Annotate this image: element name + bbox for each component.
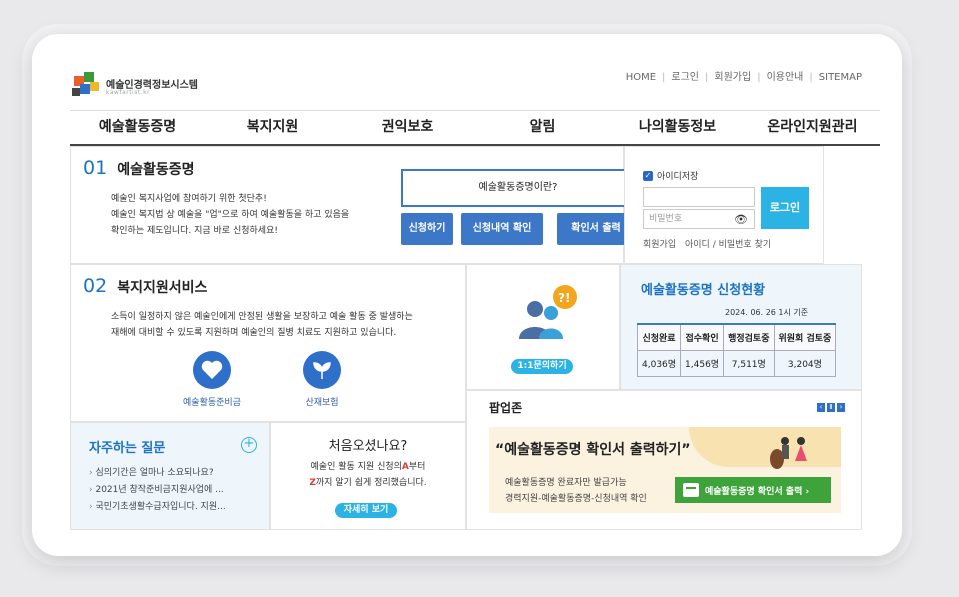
table-row: 4,036명 1,456명 7,511명 3,204명 (636, 349, 837, 377)
stats-header: 행정검토중 (723, 323, 775, 351)
utility-links: HOME | 로그인 | 회원가입 | 이용안내 | SITEMAP (625, 72, 862, 83)
util-login-link[interactable]: 로그인 (671, 72, 699, 83)
section-number: 02 (83, 275, 108, 297)
popup-zone: 팝업존 ‹ Ⅱ › “예술활동증명 확인서 출력하기” 예술활동증명 완료자만 … (466, 390, 862, 530)
eye-icon[interactable]: 👁 (734, 211, 748, 229)
stats-title: 예술활동증명 신청현황 (641, 283, 766, 298)
id-input[interactable] (643, 187, 755, 207)
password-input[interactable]: 비밀번호 👁 (643, 209, 755, 229)
apply-button[interactable]: 신청하기 (401, 213, 453, 245)
logo-mark-icon (72, 72, 99, 96)
stats-value: 7,511명 (723, 349, 775, 377)
pause-icon[interactable]: Ⅱ (827, 403, 835, 412)
section-welfare-desc: 소득이 일정하지 않은 예술인에게 안정된 생활을 보장하고 예술 활동 중 발… (111, 312, 413, 338)
check-history-button[interactable]: 신청내역 확인 (461, 213, 543, 245)
prev-icon[interactable]: ‹ (817, 403, 825, 412)
join-link[interactable]: 회원가입 (643, 240, 676, 250)
section-certification: 01 예술활동증명 예술인 복지사업에 참여하기 위한 첫단추! 예술인 복지법… (70, 146, 635, 264)
stats-header: 신청완료 (636, 323, 682, 351)
stats-value: 4,036명 (636, 349, 682, 377)
popup-title: 팝업존 (489, 401, 523, 415)
section-welfare: 02 복지지원서비스 소득이 일정하지 않은 예술인에게 안정된 생활을 보장하… (70, 264, 466, 422)
faq-panel: 자주하는 질문 + 심의기간은 얼마나 소요되나요? 2021년 창작준비금지원… (70, 422, 270, 530)
nav-item-welfare[interactable]: 복지지원 (205, 111, 340, 144)
stats-header: 접수확인 (680, 323, 725, 351)
stats-value: 1,456명 (680, 349, 725, 377)
sprout-icon[interactable] (303, 351, 341, 389)
first-visit-desc: 예술인 활동 지원 신청의A부터 Z까지 알기 쉽게 정리했습니다. (309, 462, 427, 488)
find-account-link[interactable]: 아이디 / 비밀번호 찾기 (685, 240, 771, 250)
section-certification-desc: 예술인 복지사업에 참여하기 위한 첫단추! 예술인 복지법 상 예술을 "업"… (111, 194, 350, 236)
printer-icon (683, 483, 699, 497)
what-is-certification-button[interactable]: 예술활동증명이란? (401, 169, 635, 207)
stats-date: 2024. 06. 26 1시 기준 (725, 308, 809, 317)
popup-headline: “예술활동증명 확인서 출력하기” (495, 442, 691, 458)
first-visit-panel: 처음오셨나요? 예술인 활동 지원 신청의A부터 Z까지 알기 쉽게 정리했습니… (270, 422, 466, 530)
check-icon: ✓ (643, 170, 653, 181)
util-sitemap-link[interactable]: SITEMAP (819, 72, 862, 83)
list-item[interactable]: 2021년 창작준비금지원사업에 ... (89, 482, 226, 499)
nav-item-my-activity[interactable]: 나의활동정보 (610, 111, 745, 144)
stats-header: 위원회 검토중 (773, 323, 837, 351)
list-item[interactable]: 국민기초생활수급자입니다. 지원... (89, 499, 225, 516)
popup-banner[interactable]: “예술활동증명 확인서 출력하기” 예술활동증명 완료자만 발급가능 경력지원-… (489, 427, 841, 513)
nav-item-online-support[interactable]: 온라인지원관리 (745, 111, 880, 144)
service-insurance-link[interactable]: 산재보험 (295, 395, 349, 408)
faq-more-icon[interactable]: + (241, 437, 257, 453)
nav-item-notice[interactable]: 알림 (475, 111, 610, 144)
section-welfare-title: 02 복지지원서비스 (83, 275, 207, 297)
site-subtitle: kawfartist.kr (106, 89, 151, 96)
faq-list: 심의기간은 얼마나 소요되나요? 2021년 창작준비금지원사업에 ... 국민… (89, 465, 226, 516)
main-nav: 예술활동증명 복지지원 권익보호 알림 나의활동정보 온라인지원관리 (70, 110, 880, 146)
login-button[interactable]: 로그인 (761, 187, 809, 229)
popup-line-1: 예술활동증명 완료자만 발급가능 (505, 478, 627, 488)
util-home-link[interactable]: HOME (626, 72, 656, 83)
first-visit-title: 처음오셨나요? (328, 439, 408, 454)
nav-item-rights[interactable]: 권익보호 (340, 111, 475, 144)
next-icon[interactable]: › (837, 403, 845, 412)
popup-controls: ‹ Ⅱ › (817, 403, 845, 412)
nav-item-certification[interactable]: 예술활동증명 (70, 111, 205, 144)
inquiry-panel: ?! 1:1문의하기 (466, 264, 620, 390)
inquiry-people-icon: ?! (519, 285, 577, 339)
section-certification-title: 01 예술활동증명 (83, 157, 194, 179)
musician-illustration-icon (770, 437, 807, 469)
stats-table: 신청완료 접수확인 행정검토중 위원회 검토중 4,036명 1,456명 7,… (636, 323, 837, 377)
section-name: 예술활동증명 (117, 162, 195, 178)
save-id-checkbox[interactable]: ✓ 아이디저장 (643, 169, 698, 182)
section-number: 01 (83, 157, 108, 179)
login-links: 회원가입 아이디 / 비밀번호 찾기 (643, 237, 771, 250)
util-join-link[interactable]: 회원가입 (714, 72, 751, 83)
section-name: 복지지원서비스 (117, 280, 208, 296)
stats-value: 3,204명 (773, 349, 837, 377)
site-logo[interactable]: 예술인경력정보시스템 kawfartist.kr (72, 70, 212, 100)
more-details-button[interactable]: 자세히 보기 (335, 503, 397, 518)
popup-line-2: 경력지원-예술활동증명-신청내역 확인 (505, 494, 647, 504)
browser-frame: 예술인경력정보시스템 kawfartist.kr HOME | 로그인 | 회원가입 | 이… (32, 34, 902, 556)
util-guide-link[interactable]: 이용안내 (767, 72, 804, 83)
heart-icon[interactable] (193, 351, 231, 389)
faq-title: 자주하는 질문 (89, 441, 166, 456)
popup-print-button[interactable]: 예술활동증명 확인서 출력 › (675, 477, 831, 503)
svg-text:?!: ?! (558, 291, 570, 305)
inquiry-button[interactable]: 1:1문의하기 (511, 359, 573, 374)
service-prep-fund-link[interactable]: 예술활동준비금 (175, 395, 249, 408)
list-item[interactable]: 심의기간은 얼마나 소요되나요? (89, 465, 226, 482)
login-panel: ✓ 아이디저장 비밀번호 👁 로그인 회원가입 아이디 / 비밀번호 찾기 (624, 146, 824, 264)
stats-panel: 예술활동증명 신청현황 2024. 06. 26 1시 기준 신청완료 접수확인… (620, 264, 862, 390)
